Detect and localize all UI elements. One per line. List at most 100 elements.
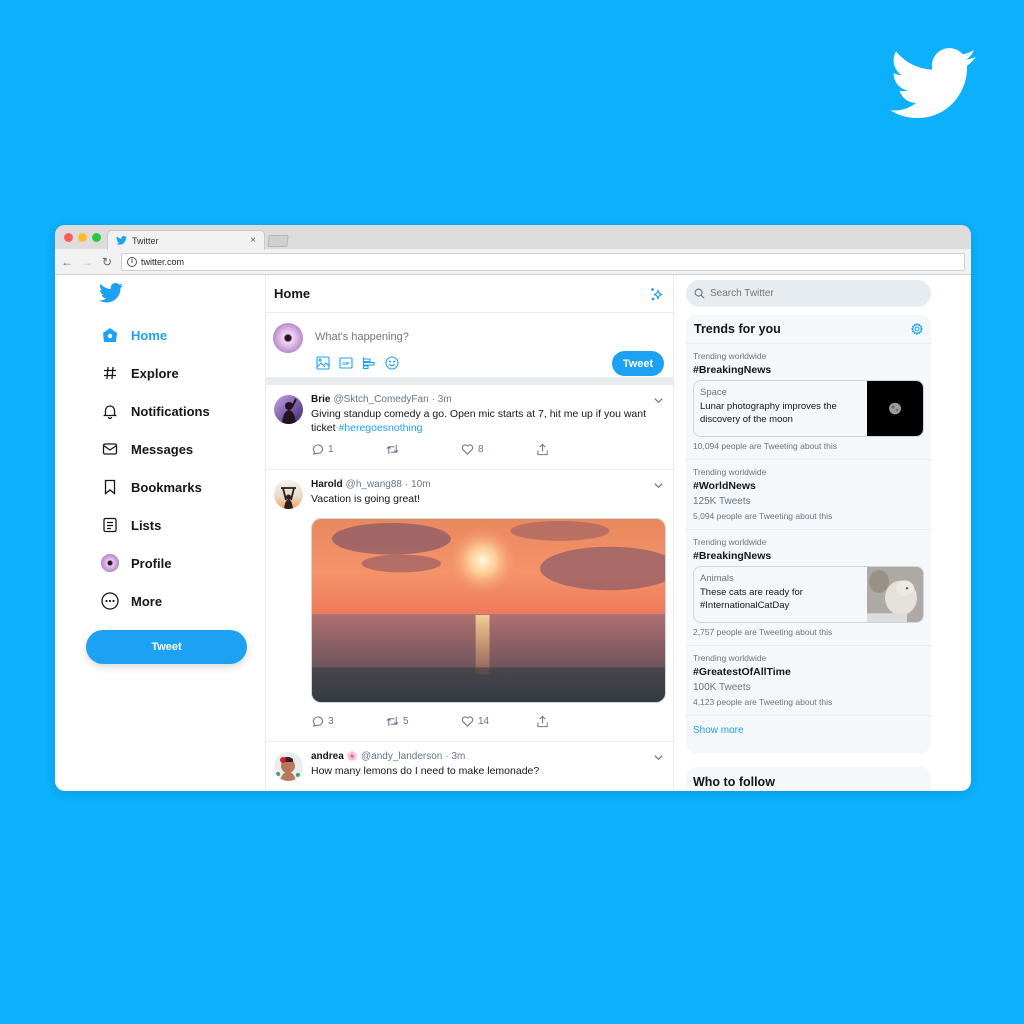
like-button[interactable]: 14 bbox=[461, 715, 536, 728]
address-bar[interactable]: i twitter.com bbox=[121, 252, 965, 271]
more-icon bbox=[101, 592, 119, 610]
tweet-handle[interactable]: @andy_landerson bbox=[361, 751, 442, 762]
forward-button[interactable]: → bbox=[81, 255, 93, 269]
retweet-button[interactable]: 5 bbox=[386, 715, 461, 728]
reply-icon bbox=[312, 444, 324, 455]
nav-item-label: Notifications bbox=[131, 403, 210, 419]
search-box[interactable] bbox=[686, 280, 931, 307]
user-avatar[interactable] bbox=[273, 323, 303, 353]
like-button[interactable]: 8 bbox=[461, 443, 536, 456]
avatar-icon bbox=[101, 554, 119, 572]
tweet-composer: GIF Tweet bbox=[266, 313, 673, 385]
close-window-button[interactable] bbox=[64, 233, 73, 242]
who-to-follow-title: Who to follow bbox=[693, 775, 775, 789]
cat-thumbnail bbox=[867, 567, 923, 622]
hashtag-icon bbox=[101, 364, 119, 382]
trend-label: Trending worldwide bbox=[693, 351, 767, 361]
nav-item-bookmarks[interactable]: Bookmarks bbox=[101, 478, 202, 496]
new-tab-button[interactable] bbox=[267, 235, 289, 247]
nav-item-lists[interactable]: Lists bbox=[101, 516, 161, 534]
trends-title: Trends for you bbox=[694, 322, 781, 336]
nav-item-explore[interactable]: Explore bbox=[101, 364, 179, 382]
avatar[interactable] bbox=[274, 480, 303, 509]
tweet-image-sunset[interactable] bbox=[311, 518, 666, 703]
home-icon bbox=[101, 326, 119, 344]
tweet-handle[interactable]: @h_wang88 bbox=[346, 479, 402, 490]
twitter-logo-icon bbox=[890, 48, 976, 119]
avatar[interactable] bbox=[274, 752, 303, 781]
tweet-button[interactable]: Tweet bbox=[86, 630, 247, 664]
tweet[interactable]: andrea 🌸 @andy_landerson · 3m How many l… bbox=[266, 742, 673, 791]
tweet[interactable]: Harold @h_wang88 · 10m Vacation is going… bbox=[266, 470, 673, 742]
twitter-page: Home Explore Notifications Messages Book… bbox=[55, 275, 971, 791]
trend-hashtag: #BreakingNews bbox=[693, 550, 772, 562]
heart-icon bbox=[461, 716, 474, 727]
gif-icon[interactable]: GIF bbox=[338, 355, 353, 370]
tweet-author-name[interactable]: Harold bbox=[311, 479, 343, 490]
tweet-author-name[interactable]: Brie bbox=[311, 394, 330, 405]
list-icon bbox=[101, 516, 119, 534]
nav-item-label: Bookmarks bbox=[131, 479, 202, 495]
image-icon[interactable] bbox=[315, 355, 330, 370]
nav-item-label: More bbox=[131, 593, 163, 609]
tweet-text: Giving standup comedy a go. Open mic sta… bbox=[311, 407, 663, 435]
show-more-link[interactable]: Show more bbox=[686, 716, 931, 745]
reply-button[interactable]: 1 bbox=[311, 443, 386, 456]
retweet-icon bbox=[386, 444, 399, 455]
share-button[interactable] bbox=[536, 443, 611, 456]
chevron-down-icon[interactable] bbox=[653, 480, 664, 491]
trend-label: Trending worldwide bbox=[693, 537, 767, 547]
browser-window: Twitter × ← → ↻ i twitter.com Home Explo… bbox=[55, 225, 971, 791]
flower-emoji: 🌸 bbox=[346, 751, 359, 761]
maximize-window-button[interactable] bbox=[92, 233, 101, 242]
gear-icon[interactable] bbox=[911, 323, 923, 335]
twitter-logo-icon[interactable] bbox=[99, 283, 123, 303]
sparkle-icon[interactable] bbox=[649, 286, 665, 302]
retweet-button[interactable] bbox=[386, 443, 461, 456]
share-button[interactable] bbox=[536, 715, 611, 728]
nav-item-messages[interactable]: Messages bbox=[101, 440, 193, 458]
search-input[interactable] bbox=[710, 288, 910, 299]
reply-count: 3 bbox=[328, 716, 334, 727]
nav-item-label: Lists bbox=[131, 517, 162, 533]
feed-header: Home bbox=[266, 275, 673, 313]
chevron-down-icon[interactable] bbox=[653, 395, 664, 406]
avatar[interactable] bbox=[274, 395, 303, 424]
nav-item-home[interactable]: Home bbox=[101, 326, 167, 344]
trend-card[interactable]: Space Lunar photography improves the dis… bbox=[693, 380, 924, 437]
browser-tab-twitter[interactable]: Twitter × bbox=[107, 230, 265, 250]
poll-icon[interactable] bbox=[361, 355, 376, 370]
trend-item[interactable]: Trending worldwide #GreatestOfAllTime 10… bbox=[686, 646, 931, 716]
chevron-down-icon[interactable] bbox=[653, 752, 664, 763]
tweet-author-name[interactable]: andrea bbox=[311, 751, 344, 762]
compose-tweet-input[interactable] bbox=[315, 331, 595, 343]
reload-button[interactable]: ↻ bbox=[101, 255, 113, 269]
like-count: 14 bbox=[478, 716, 490, 727]
trend-card[interactable]: Animals These cats are ready for #Intern… bbox=[693, 566, 924, 623]
url-text: twitter.com bbox=[141, 256, 185, 267]
trend-item[interactable]: Trending worldwide #BreakingNews Animals… bbox=[686, 530, 931, 646]
trend-tweet-count: 2,757 people are Tweeting about this bbox=[693, 627, 833, 637]
trend-count: 100K Tweets bbox=[693, 682, 751, 693]
tab-close-icon[interactable]: × bbox=[250, 235, 256, 246]
card-text: Lunar photography improves the discovery… bbox=[700, 401, 837, 425]
trend-item[interactable]: Trending worldwide #BreakingNews Space L… bbox=[686, 344, 931, 460]
share-icon bbox=[537, 715, 548, 728]
nav-item-more[interactable]: More bbox=[101, 592, 162, 610]
nav-item-label: Home bbox=[131, 327, 168, 343]
back-button[interactable]: ← bbox=[61, 255, 73, 269]
emoji-icon[interactable] bbox=[384, 355, 399, 370]
tweet-handle[interactable]: @Sktch_ComedyFan bbox=[333, 394, 428, 405]
minimize-window-button[interactable] bbox=[78, 233, 87, 242]
hashtag-link[interactable]: #heregoesnothing bbox=[338, 422, 422, 434]
compose-tweet-button[interactable]: Tweet bbox=[612, 351, 664, 376]
info-icon[interactable]: i bbox=[127, 256, 137, 267]
nav-item-profile[interactable]: Profile bbox=[101, 554, 171, 572]
trends-panel: Trends for you Trending worldwide #Break… bbox=[686, 315, 931, 753]
reply-button[interactable]: 3 bbox=[311, 715, 386, 728]
tweet[interactable]: Brie @Sktch_ComedyFan · 3m Giving standu… bbox=[266, 385, 673, 470]
nav-item-notifications[interactable]: Notifications bbox=[101, 402, 210, 420]
trend-item[interactable]: Trending worldwide #WorldNews 125K Tweet… bbox=[686, 460, 931, 530]
trend-count: 125K Tweets bbox=[693, 496, 751, 507]
tweet-time: · 3m bbox=[431, 394, 452, 405]
